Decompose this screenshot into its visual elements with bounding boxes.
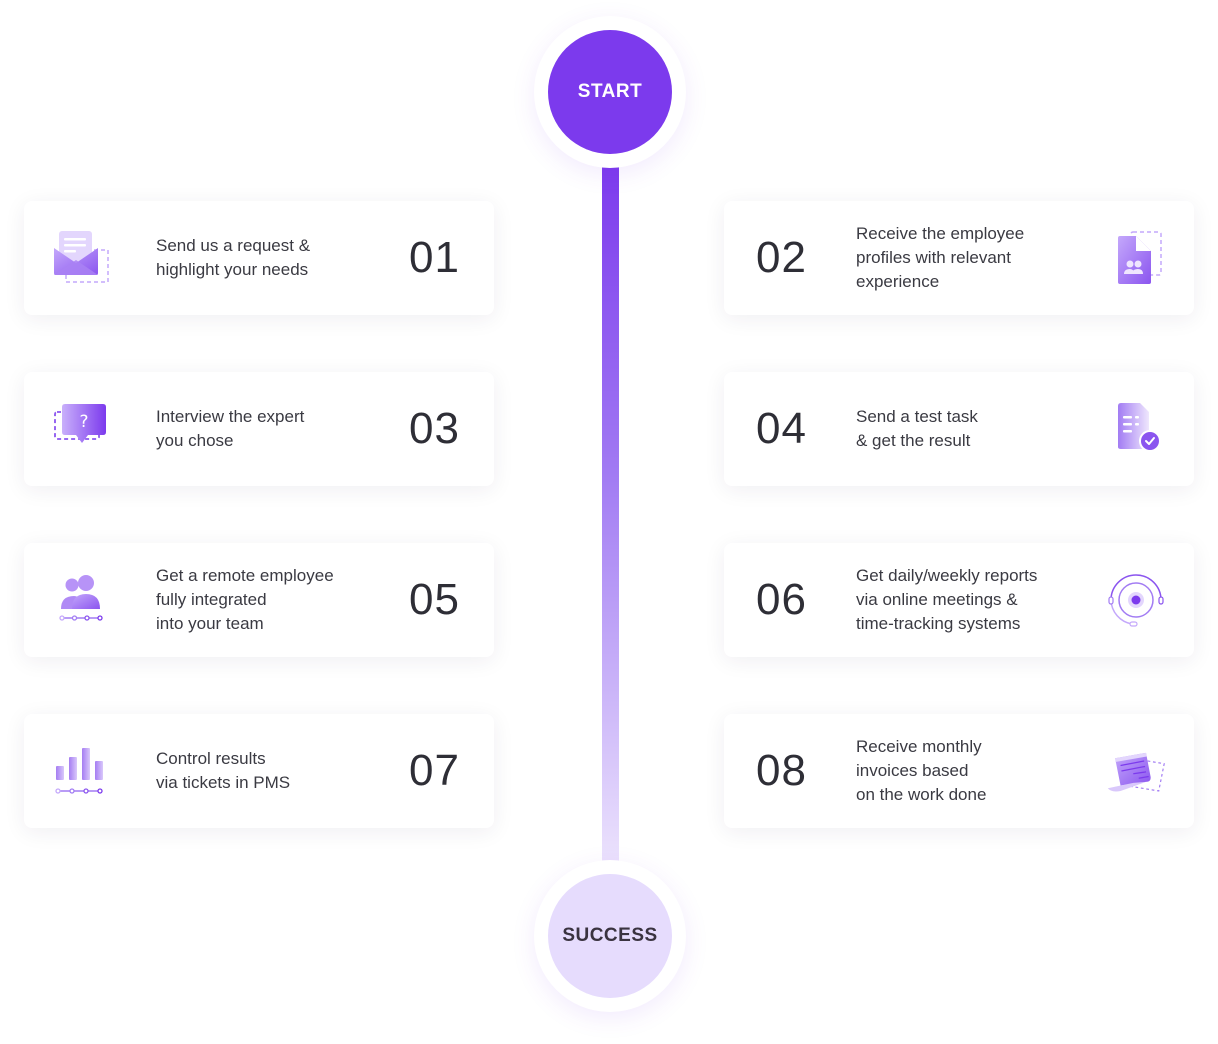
step-card-02: 02 Receive the employee profiles with re… (724, 201, 1194, 315)
start-node: START (534, 16, 686, 168)
bar-chart-icon (52, 741, 112, 801)
step-text: Receive the employee profiles with relev… (856, 224, 1025, 291)
step-text: Get a remote employee fully integrated i… (156, 566, 334, 633)
step-number: 08 (756, 746, 807, 795)
step-number: 01 (409, 233, 460, 282)
step-text: Receive monthly invoices based on the wo… (856, 737, 987, 804)
step-number: 04 (756, 404, 807, 453)
success-label: SUCCESS (548, 874, 672, 998)
step-card-05: Get a remote employee fully integrated i… (24, 543, 494, 657)
step-text: Interview the expert you chose (156, 407, 305, 450)
question-chat-icon: ? (52, 399, 112, 459)
step-text: Control results via tickets in PMS (156, 749, 291, 792)
step-text: Send us a request & highlight your needs (156, 236, 311, 279)
step-card-06: 06 Get daily/weekly reports via online m… (724, 543, 1194, 657)
success-node: SUCCESS (534, 860, 686, 1012)
step-text: Get daily/weekly reports via online meet… (856, 566, 1038, 633)
timeline-line (602, 165, 619, 865)
profile-document-icon (1106, 228, 1166, 288)
start-label: START (548, 30, 672, 154)
invoice-icon (1106, 741, 1166, 801)
step-number: 05 (409, 575, 460, 624)
headset-icon (1106, 570, 1166, 630)
step-number: 06 (756, 575, 807, 624)
svg-text:?: ? (79, 412, 88, 432)
step-number: 07 (409, 746, 460, 795)
step-number: 02 (756, 233, 807, 282)
step-card-03: ? Interview the expert you chose 03 (24, 372, 494, 486)
step-text: Send a test task & get the result (856, 407, 978, 450)
step-card-04: 04 Send a test task & get the result (724, 372, 1194, 486)
step-card-01: Send us a request & highlight your needs… (24, 201, 494, 315)
envelope-icon (52, 228, 112, 288)
team-icon (52, 570, 112, 630)
step-card-08: 08 Receive monthly invoices based on the… (724, 714, 1194, 828)
step-card-07: Control results via tickets in PMS 07 (24, 714, 494, 828)
checked-document-icon (1106, 399, 1166, 459)
step-number: 03 (409, 404, 460, 453)
